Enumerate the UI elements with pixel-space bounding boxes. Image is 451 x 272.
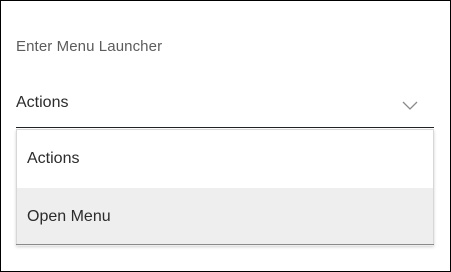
select-value: Actions bbox=[16, 94, 69, 111]
dropdown-menu: Actions Open Menu bbox=[16, 129, 434, 246]
menu-launcher-select[interactable]: Actions bbox=[16, 90, 434, 128]
window-frame: Enter Menu Launcher Actions Actions Open… bbox=[0, 0, 451, 272]
option-actions[interactable]: Actions bbox=[17, 130, 433, 188]
divider bbox=[16, 244, 434, 245]
option-open-menu[interactable]: Open Menu bbox=[17, 188, 433, 246]
chevron-down-icon[interactable] bbox=[402, 98, 418, 110]
menu-launcher-label: Enter Menu Launcher bbox=[16, 38, 163, 55]
